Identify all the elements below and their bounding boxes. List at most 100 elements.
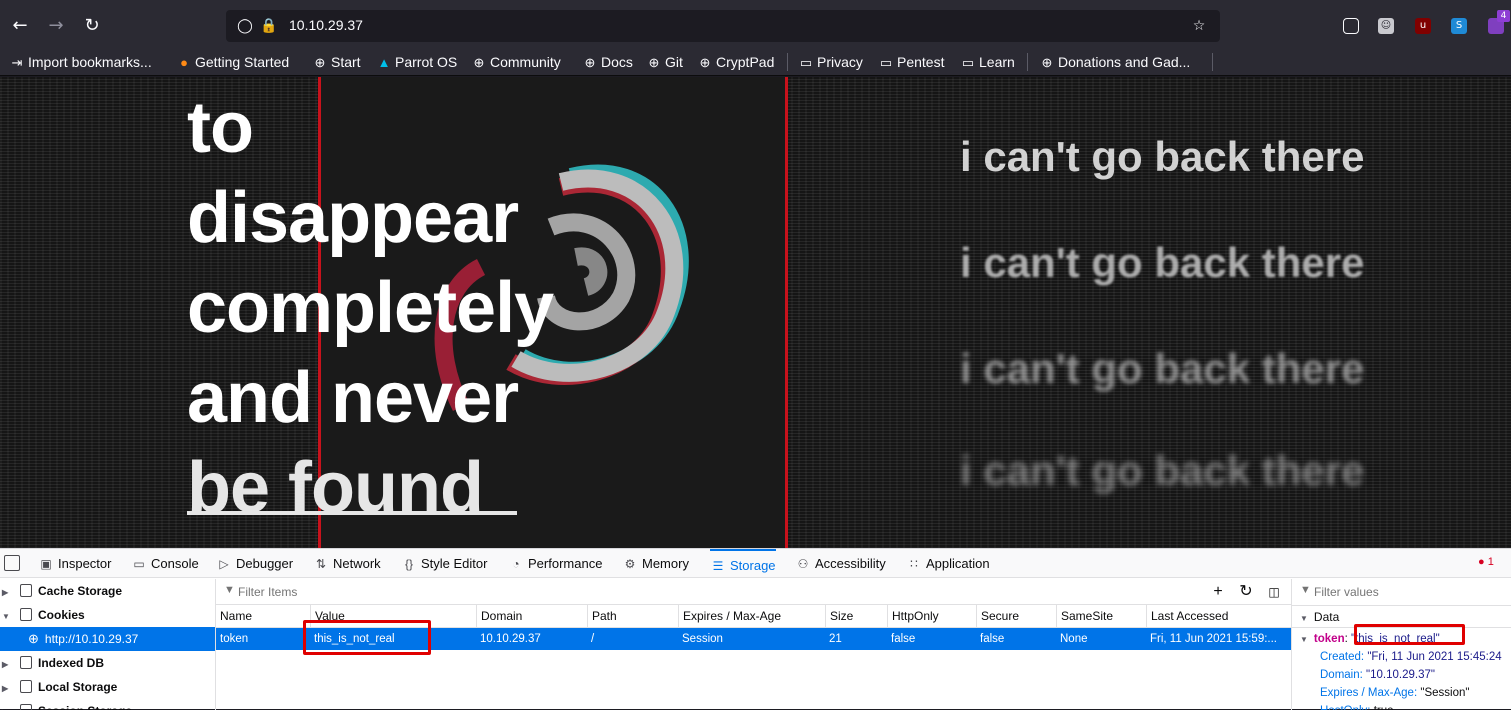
bookmark-label: Learn <box>979 54 1015 70</box>
cell-httponly[interactable]: false <box>887 628 975 650</box>
bookmark-item[interactable]: ⊕ Start <box>312 52 361 72</box>
globe-icon: ⊕ <box>584 55 596 70</box>
browser-toolbar: ← → ↻ ◯ 🔒 10.10.29.37 ☆ ☺ u S 4 <box>0 0 1511 48</box>
tab-label: Accessibility <box>815 556 886 571</box>
bookmark-label: CryptPad <box>716 54 775 70</box>
echo-line-2: i can't go back there <box>960 239 1365 286</box>
filter-icon: ▼ <box>224 584 235 596</box>
bookmarks-toolbar: ⇥ Import bookmarks... ● Getting Started ⊕ Sta… <box>0 48 1511 76</box>
tab-accessibility[interactable]: ⚇ Accessibility <box>795 549 886 578</box>
reload-icon[interactable]: ↻ <box>80 14 104 38</box>
tree-item[interactable]: ▶Session Storage <box>0 699 215 710</box>
bookmark-star-icon[interactable]: ☆ <box>1190 17 1208 35</box>
ublock-icon[interactable]: u <box>1415 18 1431 34</box>
tree-item[interactable]: ▶ Indexed DB <box>0 651 215 677</box>
bookmark-item[interactable]: ⊕ Community <box>471 52 561 72</box>
tab-performance[interactable]: ◔ Performance <box>508 549 602 578</box>
storage-icon: ☰ <box>712 559 724 573</box>
expanded-triangle-icon[interactable]: ▼ <box>2 605 14 629</box>
cell-secure[interactable]: false <box>976 628 1054 650</box>
filter-values-input[interactable] <box>1314 583 1511 601</box>
error-count-badge[interactable]: ● 1 <box>1478 556 1494 568</box>
tab-memory[interactable]: ⚙ Memory <box>622 549 689 578</box>
globe-icon: ⊕ <box>314 55 326 70</box>
collapsed-triangle-icon[interactable]: ▶ <box>2 581 14 605</box>
collapsed-triangle-icon[interactable]: ▶ <box>2 653 14 677</box>
bookmark-item[interactable]: ⊕ CryptPad <box>697 52 775 72</box>
cell-domain[interactable]: 10.10.29.37 <box>476 628 586 650</box>
forward-arrow-icon[interactable]: → <box>44 14 68 38</box>
cell-expires[interactable]: Session <box>678 628 823 650</box>
devtools-tab-bar: ● 1 ▣ Inspector ▭ Console ▷ Debugger ⇅ Network {… <box>0 549 1511 578</box>
insecure-lock-icon[interactable]: 🔒 <box>260 17 278 35</box>
bookmark-item[interactable]: ⊕ Git <box>646 52 683 72</box>
column-header[interactable]: Last Accessed <box>1146 605 1228 628</box>
add-item-icon[interactable]: + <box>1208 582 1228 602</box>
globe-icon: ⊕ <box>1041 55 1053 70</box>
tree-item[interactable]: ▶ Local Storage <box>0 675 215 701</box>
toggle-sidebar-icon[interactable]: ◫ <box>1264 582 1284 602</box>
filter-items-input[interactable] <box>238 583 838 601</box>
tab-label: Style Editor <box>421 556 488 571</box>
extension-icon[interactable]: ☺ <box>1378 18 1394 34</box>
echo-line-3: i can't go back there <box>960 345 1365 392</box>
tab-network[interactable]: ⇅ Network <box>313 549 381 578</box>
tab-debugger[interactable]: ▷ Debugger <box>216 549 293 578</box>
bookmark-item[interactable]: ⊕ Donations and Gad... <box>1039 52 1191 72</box>
bookmark-item[interactable]: ▭ Pentest <box>878 52 945 72</box>
data-section-label: Data <box>1313 610 1340 624</box>
cell-size[interactable]: 21 <box>825 628 887 650</box>
url-text[interactable]: 10.10.29.37 <box>289 17 363 33</box>
tab-inspector[interactable]: ▣ Inspector <box>38 549 111 578</box>
bookmark-item[interactable]: ● Getting Started <box>176 52 289 72</box>
bookmark-separator <box>787 53 788 71</box>
error-icon: ● <box>1478 556 1485 568</box>
back-arrow-icon[interactable]: ← <box>8 14 32 38</box>
detail-created: Created: "Fri, 11 Jun 2021 15:45:24 <box>1320 651 1502 663</box>
bookmark-item[interactable]: ▭ Privacy <box>798 52 863 72</box>
bookmark-item[interactable]: ▲ Parrot OS <box>376 52 458 72</box>
expand-triangle-icon[interactable]: ▼ <box>1300 614 1308 623</box>
tree-item[interactable]: ▼ Cookies <box>0 603 215 629</box>
tab-application[interactable]: ∷ Application <box>906 549 989 578</box>
cell-samesite[interactable]: None <box>1056 628 1144 650</box>
column-header[interactable]: Name <box>216 605 252 628</box>
refresh-icon[interactable]: ↻ <box>1236 582 1256 602</box>
column-header[interactable]: Domain <box>476 605 522 628</box>
column-header[interactable]: HttpOnly <box>887 605 939 628</box>
cell-path[interactable]: / <box>587 628 677 650</box>
bookmark-label: Start <box>331 54 361 70</box>
globe-icon: ⊕ <box>28 631 39 646</box>
tab-style-editor[interactable]: {} Style Editor <box>401 549 488 578</box>
tree-item[interactable]: ⊕ http://10.10.29.37 <box>0 627 215 651</box>
tab-console[interactable]: ▭ Console <box>131 549 198 578</box>
column-header[interactable]: Expires / Max-Age <box>678 605 781 628</box>
column-header[interactable]: Secure <box>976 605 1019 628</box>
column-header[interactable]: SameSite <box>1056 605 1113 628</box>
pocket-icon[interactable] <box>1343 18 1359 34</box>
bookmark-label: Donations and Gad... <box>1058 54 1191 70</box>
memory-icon: ⚙ <box>624 557 636 571</box>
expand-triangle-icon[interactable]: ▼ <box>1300 635 1308 644</box>
tree-item[interactable]: ▶ Cache Storage <box>0 579 215 605</box>
tab-storage[interactable]: ☰ Storage <box>710 549 776 578</box>
bookmark-item[interactable]: ⇥ Import bookmarks... <box>9 52 152 72</box>
shield-icon[interactable]: ◯ <box>236 17 254 35</box>
storage-db-icon <box>20 656 32 669</box>
storage-db-icon <box>20 608 32 621</box>
bookmark-item[interactable]: ⊕ Docs <box>582 52 633 72</box>
url-bar[interactable]: ◯ 🔒 10.10.29.37 ☆ <box>226 10 1220 42</box>
network-icon: ⇅ <box>315 557 327 571</box>
skype-icon[interactable]: S <box>1451 18 1467 34</box>
column-header[interactable]: Size <box>825 605 853 628</box>
column-header[interactable]: Path <box>587 605 617 628</box>
headline-line-2: disappear <box>187 178 519 258</box>
tab-label: Performance <box>528 556 603 571</box>
cell-last-accessed[interactable]: Fri, 11 Jun 2021 15:59:... <box>1146 628 1291 650</box>
element-picker-icon[interactable] <box>4 555 20 571</box>
bookmark-item[interactable]: ▭ Learn <box>960 52 1015 72</box>
cell-name[interactable]: token <box>216 628 306 650</box>
application-icon: ∷ <box>910 557 918 571</box>
globe-icon: ⊕ <box>648 55 660 70</box>
collapsed-triangle-icon[interactable]: ▶ <box>2 677 14 701</box>
